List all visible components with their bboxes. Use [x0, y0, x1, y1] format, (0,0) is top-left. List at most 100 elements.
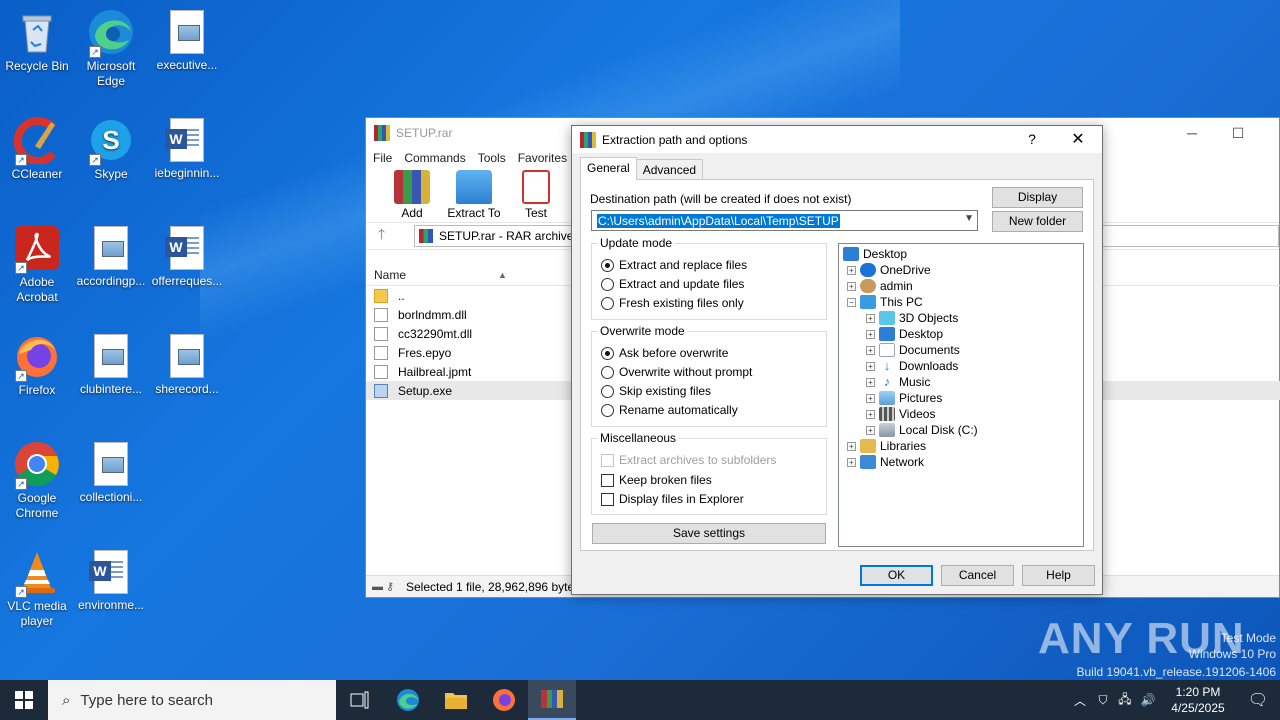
display-button[interactable]: Display	[992, 187, 1083, 208]
radio-rename-automatically[interactable]: Rename automatically	[601, 403, 738, 417]
expand-icon[interactable]: +	[847, 265, 856, 275]
extraction-dialog[interactable]: Extraction path and options ? ✕ General …	[571, 125, 1103, 595]
radio-ask-before[interactable]: Ask before overwrite	[601, 346, 728, 360]
radio-skip-existing[interactable]: Skip existing files	[601, 384, 711, 398]
desktop-icon-label: collectioni...	[79, 490, 143, 504]
radio-extract-replace[interactable]: Extract and replace files	[601, 258, 747, 272]
status-text: Selected 1 file, 28,962,896 bytes	[406, 579, 581, 594]
tree-node-label: Network	[880, 455, 925, 469]
expand-icon[interactable]: +	[866, 425, 875, 435]
desktop-icon-accordingp[interactable]: accordingp...	[74, 224, 148, 289]
tree-node-this-pc[interactable]: − This PC	[847, 294, 923, 310]
tree-node-music[interactable]: + ♪ Music	[866, 374, 930, 390]
tree-node-documents[interactable]: + Documents	[866, 342, 960, 358]
tree-node-onedrive[interactable]: + OneDrive	[847, 262, 931, 278]
menu-commands[interactable]: Commands	[404, 151, 471, 165]
checkbox-keep-broken-files[interactable]: Keep broken files	[601, 473, 712, 487]
taskbar-search-box[interactable]: ⌕ Type here to search	[48, 680, 336, 720]
ok-button[interactable]: OK	[860, 565, 933, 586]
desktop-icon-ccleaner[interactable]: ↗ CCleaner	[0, 116, 74, 182]
desktop-icon-label: executive...	[156, 58, 218, 72]
tree-node-network[interactable]: + Network	[847, 454, 924, 470]
desktop-icon-edge[interactable]: ↗ Microsoft Edge	[74, 8, 148, 89]
task-view-button[interactable]	[336, 680, 384, 720]
taskbar-winrar[interactable]	[528, 680, 576, 720]
context-help-button[interactable]: ?	[1012, 126, 1052, 153]
radio-overwrite-without-prompt[interactable]: Overwrite without prompt	[601, 365, 752, 379]
tree-node-downloads[interactable]: + ↓ Downloads	[866, 358, 958, 374]
taskbar-clock[interactable]: 1:20 PM 4/25/2025	[1160, 684, 1236, 716]
desktop-icon-recycle-bin[interactable]: Recycle Bin	[0, 8, 74, 74]
start-button[interactable]	[0, 680, 48, 720]
tree-node-libraries[interactable]: + Libraries	[847, 438, 926, 454]
security-icon[interactable]: ⛉	[1092, 693, 1114, 708]
taskbar-file-explorer[interactable]	[432, 680, 480, 720]
expand-icon[interactable]: +	[866, 361, 875, 371]
tab-general[interactable]: General	[580, 157, 637, 180]
expand-icon[interactable]: +	[847, 441, 856, 451]
expand-icon[interactable]: +	[866, 345, 875, 355]
tree-node-pictures[interactable]: + Pictures	[866, 390, 942, 406]
folder-tree[interactable]: Desktop + OneDrive + admin − This PC +3D Ob…	[838, 243, 1084, 547]
notification-center-icon[interactable]: 🗨	[1236, 690, 1280, 710]
minimize-button[interactable]: ─	[1169, 118, 1215, 148]
up-arrow-icon[interactable]: 🡑	[378, 224, 398, 248]
expand-icon[interactable]: +	[866, 377, 875, 387]
toolbar-add-button[interactable]: Add	[384, 168, 440, 222]
chevron-down-icon[interactable]: ▼	[964, 213, 974, 224]
menu-file[interactable]: File	[373, 151, 398, 165]
checkbox-icon	[601, 473, 614, 487]
desktop-icon-skype[interactable]: S ↗ Skype	[74, 116, 148, 182]
tree-node-local-disk[interactable]: + Local Disk (C:)	[866, 422, 978, 438]
option-label: Display files in Explorer	[619, 492, 744, 506]
toolbar-test-button[interactable]: Test	[508, 168, 564, 222]
maximize-button[interactable]: ☐	[1215, 118, 1261, 148]
collapse-icon[interactable]: −	[847, 297, 856, 307]
destination-path-combo[interactable]: C:\Users\admin\AppData\Local\Temp\SETUP …	[591, 210, 978, 231]
expand-icon[interactable]: +	[866, 409, 875, 419]
hard-drive-icon	[879, 423, 895, 437]
help-button[interactable]: Help	[1022, 565, 1095, 586]
volume-icon[interactable]: 🔊	[1136, 693, 1160, 707]
save-settings-button[interactable]: Save settings	[592, 523, 826, 544]
taskbar-edge[interactable]	[384, 680, 432, 720]
taskbar-firefox[interactable]	[480, 680, 528, 720]
desktop-icon-clubintere[interactable]: clubintere...	[74, 332, 148, 397]
desktop-icon-firefox[interactable]: ↗ Firefox	[0, 332, 74, 398]
tree-node-videos[interactable]: + Videos	[866, 406, 935, 422]
desktop-icon-offerreques[interactable]: W offerreques...	[150, 224, 224, 289]
tree-node-label: 3D Objects	[899, 311, 959, 325]
expand-icon[interactable]: +	[866, 393, 875, 403]
tree-node-label: Desktop	[863, 247, 908, 261]
tree-node-desktop[interactable]: Desktop	[843, 246, 907, 262]
checkbox-icon	[601, 492, 614, 506]
expand-icon[interactable]: +	[866, 313, 875, 323]
expand-icon[interactable]: +	[847, 281, 856, 291]
cancel-button[interactable]: Cancel	[941, 565, 1014, 586]
desktop-icon-iebeginnin[interactable]: W iebeginnin...	[150, 116, 224, 181]
menu-favorites[interactable]: Favorites	[518, 151, 573, 165]
new-folder-button[interactable]: New folder	[992, 211, 1083, 232]
tree-node-3d-objects[interactable]: +3D Objects	[866, 310, 958, 326]
toolbar-extract-to-button[interactable]: Extract To	[446, 168, 502, 222]
show-hidden-icons-chevron-icon[interactable]: ︿	[1068, 692, 1092, 709]
desktop-icon-label: CCleaner	[11, 167, 63, 181]
network-icon[interactable]: 🖧	[1114, 690, 1136, 711]
desktop-icon-sherecord[interactable]: sherecord...	[150, 332, 224, 397]
radio-fresh-existing[interactable]: Fresh existing files only	[601, 296, 744, 310]
menu-tools[interactable]: Tools	[478, 151, 512, 165]
checkbox-display-in-explorer[interactable]: Display files in Explorer	[601, 492, 744, 506]
desktop-icon-chrome[interactable]: ↗ Google Chrome	[0, 440, 74, 521]
radio-extract-update[interactable]: Extract and update files	[601, 277, 744, 291]
desktop-icon-collectioni[interactable]: collectioni...	[74, 440, 148, 505]
film-strip-icon	[879, 407, 895, 421]
expand-icon[interactable]: +	[847, 457, 856, 467]
dialog-close-button[interactable]: ✕	[1058, 126, 1098, 153]
tree-node-admin[interactable]: + admin	[847, 278, 913, 294]
expand-icon[interactable]: +	[866, 329, 875, 339]
desktop-icon-environme[interactable]: W environme...	[74, 548, 148, 613]
desktop-icon-executive[interactable]: executive...	[150, 8, 224, 73]
desktop-icon-acrobat[interactable]: ↗ Adobe Acrobat	[0, 224, 74, 305]
desktop-icon-vlc[interactable]: ↗ VLC media player	[0, 548, 74, 629]
tree-node-desktop-pc[interactable]: + Desktop	[866, 326, 943, 342]
